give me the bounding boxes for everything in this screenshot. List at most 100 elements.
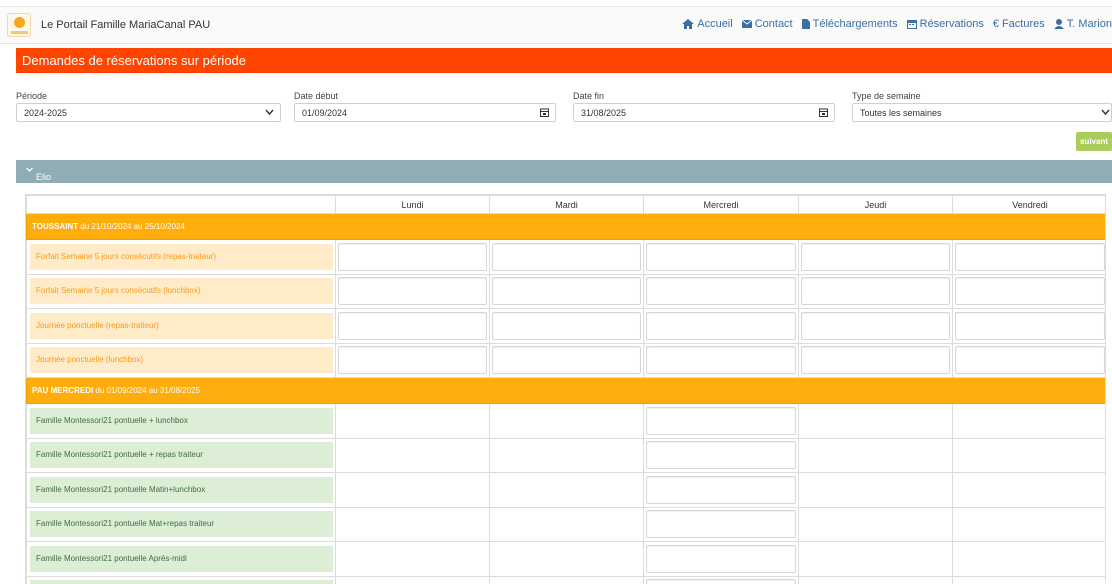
day-cell <box>798 273 953 309</box>
grid-header-row: Lundi Mardi Mercredi Jeudi Vendredi <box>26 195 1105 214</box>
reservation-input[interactable] <box>955 277 1105 306</box>
table-row: Journée ponctuelle (lunchbox) <box>26 342 1105 378</box>
activity-label: Famille Montessori21 pontuelle Matin+lun… <box>30 476 333 503</box>
day-cell <box>643 437 799 473</box>
reservation-input[interactable] <box>646 579 796 584</box>
reservation-input[interactable] <box>646 441 796 470</box>
periode-select[interactable]: 2024-2025 <box>16 103 281 122</box>
reservation-grid: Lundi Mardi Mercredi Jeudi Vendredi TOUS… <box>25 194 1106 584</box>
reservation-input[interactable] <box>646 406 796 435</box>
table-row: Forfait Semaine 5 jours consécutifs (lun… <box>26 273 1105 309</box>
reservation-input[interactable] <box>492 277 641 306</box>
activity-label: Famille Montessori21 pontuelle + lunchbo… <box>30 407 333 434</box>
logo[interactable] <box>7 13 31 37</box>
table-row: Famille Montessori21 pontuelle + lunchbo… <box>26 403 1105 439</box>
nav-user[interactable]: T. Marion <box>1053 18 1112 30</box>
euro-icon: € <box>992 18 999 30</box>
reservation-input[interactable] <box>646 475 796 504</box>
day-cell <box>952 239 1105 275</box>
row-label-cell: Famille Montessori21 pontuelle + lunchbo… <box>26 403 336 439</box>
reservation-input[interactable] <box>492 242 641 271</box>
day-cell <box>952 437 1105 473</box>
day-cell <box>335 506 490 542</box>
activity-label: Famille Montessori21 pontuelle Mat+repas… <box>30 511 333 538</box>
reservation-input[interactable] <box>646 346 796 375</box>
calendar-icon <box>540 107 549 120</box>
reservation-input[interactable] <box>955 346 1105 375</box>
day-cell <box>489 403 644 439</box>
reservation-input[interactable] <box>646 510 796 539</box>
row-label-cell: Famille Montessori21 pontuelle Matin+lun… <box>26 472 336 508</box>
day-cell <box>335 273 490 309</box>
day-cell <box>489 575 644 584</box>
day-cell <box>489 273 644 309</box>
reservation-input[interactable] <box>492 311 641 340</box>
nav-telechargements[interactable]: Téléchargements <box>801 18 898 30</box>
table-row <box>26 575 1105 584</box>
type-semaine-select[interactable]: Toutes les semaines <box>852 103 1112 122</box>
table-row: Forfait Semaine 5 jours consécutifs (rep… <box>26 239 1105 275</box>
reservation-input[interactable] <box>338 311 487 340</box>
reservation-input[interactable] <box>955 311 1105 340</box>
day-cell <box>335 575 490 584</box>
day-cell <box>489 541 644 577</box>
date-fin-input[interactable]: 31/08/2025 <box>573 103 835 122</box>
reservation-input[interactable] <box>646 544 796 573</box>
reservation-input[interactable] <box>338 242 487 271</box>
nav-accueil[interactable]: Accueil <box>682 18 733 30</box>
reservation-input[interactable] <box>646 277 796 306</box>
day-cell <box>643 403 799 439</box>
reservation-input[interactable] <box>801 311 950 340</box>
day-cell <box>643 308 799 344</box>
day-cell <box>643 506 799 542</box>
section-header: PAU MERCREDI du 01/09/2024 au 31/08/2025 <box>26 377 1105 404</box>
row-label-cell: Forfait Semaine 5 jours consécutifs (lun… <box>26 273 336 309</box>
day-cell <box>952 273 1105 309</box>
nav-reservations[interactable]: Réservations <box>906 18 984 30</box>
day-cell <box>643 342 799 378</box>
section-range: du 21/10/2024 au 25/10/2024 <box>78 222 185 231</box>
day-header: Jeudi <box>798 195 953 214</box>
day-cell <box>798 239 953 275</box>
day-cell <box>643 239 799 275</box>
child-name: Elio <box>36 172 52 182</box>
day-cell <box>952 575 1105 584</box>
reservation-input[interactable] <box>338 346 487 375</box>
day-cell <box>643 472 799 508</box>
periode-label: Période <box>16 91 48 101</box>
reservation-input[interactable] <box>646 242 796 271</box>
reservation-input[interactable] <box>801 242 950 271</box>
child-header[interactable]: Elio <box>16 160 1112 183</box>
day-cell <box>489 437 644 473</box>
nav-contact[interactable]: Contact <box>741 18 793 30</box>
row-label-cell: Famille Montessori21 pontuelle Après-mid… <box>26 541 336 577</box>
reservation-input[interactable] <box>955 242 1105 271</box>
user-icon <box>1053 19 1064 29</box>
day-cell <box>489 472 644 508</box>
next-button[interactable]: suivant <box>1076 132 1112 151</box>
reservation-input[interactable] <box>801 346 950 375</box>
brand-title[interactable]: Le Portail Famille MariaCanal PAU <box>41 19 210 31</box>
day-cell <box>952 541 1105 577</box>
grid-header-corner <box>26 195 336 214</box>
calendar-icon <box>819 107 828 120</box>
reservation-input[interactable] <box>801 277 950 306</box>
activity-label: Journée ponctuelle (repas-traiteur) <box>30 312 333 339</box>
nav-factures[interactable]: € Factures <box>993 18 1045 30</box>
row-label-cell: Famille Montessori21 pontuelle Mat+repas… <box>26 506 336 542</box>
day-cell <box>489 239 644 275</box>
reservation-input[interactable] <box>338 277 487 306</box>
top-strip <box>0 0 1112 7</box>
row-label-cell: Journée ponctuelle (lunchbox) <box>26 342 336 378</box>
reservation-input[interactable] <box>492 346 641 375</box>
day-cell <box>798 308 953 344</box>
table-row: Journée ponctuelle (repas-traiteur) <box>26 308 1105 344</box>
row-label-cell <box>26 575 336 584</box>
date-debut-input[interactable]: 01/09/2024 <box>294 103 556 122</box>
table-row: Famille Montessori21 pontuelle + repas t… <box>26 437 1105 473</box>
reservation-input[interactable] <box>646 311 796 340</box>
row-label-cell: Forfait Semaine 5 jours consécutifs (rep… <box>26 239 336 275</box>
day-cell <box>643 541 799 577</box>
day-header: Mercredi <box>643 195 799 214</box>
day-cell <box>798 472 953 508</box>
